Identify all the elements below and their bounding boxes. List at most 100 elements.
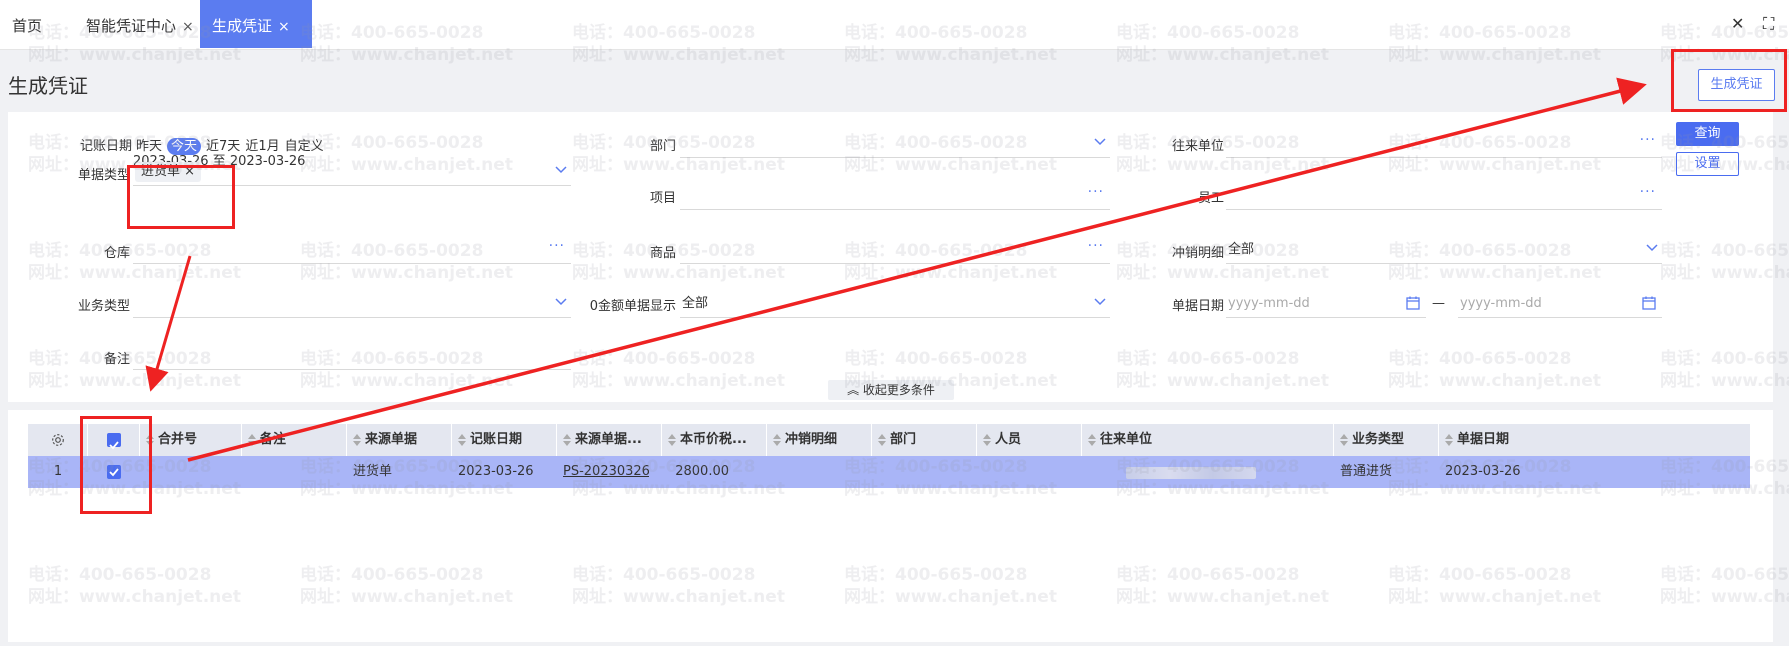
chevron-down-icon bbox=[555, 298, 567, 306]
calendar-icon[interactable] bbox=[1406, 296, 1420, 310]
close-icon[interactable]: × bbox=[278, 19, 290, 35]
column-person[interactable]: 人员 bbox=[977, 424, 1082, 456]
writeoff-select[interactable]: 全部 bbox=[1226, 238, 1662, 264]
sort-icon[interactable] bbox=[983, 433, 991, 446]
date-range-separator: — bbox=[1432, 296, 1445, 311]
column-label: 记账日期 bbox=[470, 432, 523, 447]
table-row[interactable]: 1 进货单 2023-03-26 PS-20230326-0 2800.00 普… bbox=[28, 456, 1750, 488]
column-amount[interactable]: 本币价税... bbox=[662, 424, 767, 456]
settings-button[interactable]: 设置 bbox=[1676, 152, 1739, 176]
product-label: 商品 bbox=[649, 246, 676, 261]
cell-amount: 2800.00 bbox=[675, 464, 729, 479]
sort-icon[interactable] bbox=[563, 433, 571, 446]
column-biz-type[interactable]: 业务类型 bbox=[1334, 424, 1439, 456]
column-label: 往来单位 bbox=[1100, 432, 1153, 447]
tab-label: 生成凭证 bbox=[212, 17, 273, 35]
close-icon[interactable]: × bbox=[182, 19, 194, 35]
tab-generate-voucher[interactable]: 生成凭证 × bbox=[200, 0, 312, 48]
product-picker[interactable]: ··· bbox=[680, 238, 1110, 264]
writeoff-label: 冲销明细 bbox=[1171, 246, 1224, 261]
column-partner[interactable]: 往来单位 bbox=[1082, 424, 1334, 456]
filter-panel: 记账日期 昨天 今天 近7天 近1月 自定义 2023-03-26 至 2023-03-… bbox=[8, 112, 1773, 402]
column-source-no[interactable]: 来源单据... bbox=[557, 424, 662, 456]
column-settings[interactable] bbox=[28, 424, 88, 456]
sort-icon[interactable] bbox=[248, 433, 256, 446]
sort-icon[interactable] bbox=[878, 433, 886, 446]
sort-icon[interactable] bbox=[668, 433, 676, 446]
employee-label: 员工 bbox=[1197, 191, 1224, 206]
cell-remark bbox=[242, 456, 347, 488]
column-label: 来源单据 bbox=[365, 432, 418, 447]
column-source-doc[interactable]: 来源单据 bbox=[347, 424, 452, 456]
cell-doc-date: 2023-03-26 bbox=[1445, 464, 1521, 479]
cell-department bbox=[872, 456, 977, 488]
zero-amount-select[interactable]: 全部 bbox=[680, 292, 1110, 318]
column-merge-no[interactable]: 合并号 bbox=[140, 424, 242, 456]
tab-smart-voucher-center[interactable]: 智能凭证中心 × bbox=[74, 0, 202, 48]
column-label: 来源单据... bbox=[575, 432, 642, 447]
source-doc-link[interactable]: PS-20230326-0 bbox=[557, 456, 649, 488]
cell-writeoff bbox=[767, 456, 872, 488]
tab-home[interactable]: 首页 bbox=[0, 0, 62, 48]
fullscreen-icon[interactable]: ⛶ bbox=[1763, 14, 1774, 34]
cell-biz-type: 普通进货 bbox=[1340, 464, 1393, 479]
table-header: 合并号 备注 来源单据 记账日期 来源单据... 本币价税... 冲销明细 部门… bbox=[28, 424, 1750, 456]
sort-icon[interactable] bbox=[353, 433, 361, 446]
sort-icon[interactable] bbox=[1445, 433, 1453, 446]
more-icon[interactable]: ··· bbox=[549, 234, 565, 258]
doc-date-to-placeholder: yyyy-mm-dd bbox=[1460, 296, 1542, 311]
calendar-icon[interactable] bbox=[1642, 296, 1656, 310]
project-picker[interactable]: ··· bbox=[680, 184, 1110, 210]
biz-type-select[interactable] bbox=[133, 292, 571, 318]
cell-person bbox=[977, 456, 1082, 488]
warehouse-picker[interactable]: ··· bbox=[133, 238, 571, 264]
sort-icon[interactable] bbox=[1088, 433, 1096, 446]
sort-icon[interactable] bbox=[1340, 433, 1348, 446]
more-icon[interactable]: ··· bbox=[1640, 180, 1656, 204]
remark-input[interactable] bbox=[133, 344, 571, 370]
voucher-table: 合并号 备注 来源单据 记账日期 来源单据... 本币价税... 冲销明细 部门… bbox=[8, 410, 1773, 642]
column-department[interactable]: 部门 bbox=[872, 424, 977, 456]
department-select[interactable] bbox=[680, 132, 1110, 158]
project-label: 项目 bbox=[649, 191, 676, 206]
more-icon[interactable]: ··· bbox=[1088, 180, 1104, 204]
post-date-label: 记账日期 bbox=[79, 139, 132, 154]
doc-date-from[interactable]: yyyy-mm-dd bbox=[1226, 292, 1426, 318]
gear-icon[interactable] bbox=[51, 433, 65, 447]
warehouse-label: 仓库 bbox=[103, 246, 130, 261]
query-button[interactable]: 查询 bbox=[1676, 122, 1739, 146]
more-icon[interactable]: ··· bbox=[1640, 128, 1656, 152]
more-icon[interactable]: ··· bbox=[1088, 234, 1104, 258]
writeoff-value: 全部 bbox=[1228, 242, 1255, 257]
redacted-partner-name bbox=[1126, 467, 1256, 479]
tab-home-label: 首页 bbox=[12, 17, 43, 35]
page-title: 生成凭证 bbox=[8, 74, 88, 98]
column-remark[interactable]: 备注 bbox=[242, 424, 347, 456]
tab-label: 智能凭证中心 bbox=[86, 17, 177, 35]
column-label: 人员 bbox=[995, 432, 1022, 447]
column-label: 业务类型 bbox=[1352, 432, 1405, 447]
cell-post-date: 2023-03-26 bbox=[458, 464, 534, 479]
sort-icon[interactable] bbox=[458, 433, 466, 446]
zero-amount-value: 全部 bbox=[682, 296, 709, 311]
partner-picker[interactable]: ··· bbox=[1226, 132, 1662, 158]
department-label: 部门 bbox=[649, 139, 676, 154]
chevron-down-icon bbox=[1094, 138, 1106, 146]
doc-date-to[interactable]: yyyy-mm-dd bbox=[1458, 292, 1662, 318]
doc-date-label: 单据日期 bbox=[1171, 299, 1224, 314]
column-label: 部门 bbox=[890, 432, 917, 447]
collapse-conditions-button[interactable]: ︽ 收起更多条件 bbox=[828, 380, 954, 400]
annotation-box-checkbox bbox=[80, 416, 152, 514]
window-close-icon[interactable]: ✕ bbox=[1731, 14, 1744, 33]
column-label: 本币价税... bbox=[680, 432, 747, 447]
column-post-date[interactable]: 记账日期 bbox=[452, 424, 557, 456]
remark-label: 备注 bbox=[103, 352, 130, 367]
column-label: 合并号 bbox=[158, 432, 198, 447]
double-chevron-up-icon: ︽ bbox=[847, 383, 860, 397]
cell-source-doc: 进货单 bbox=[353, 464, 393, 479]
column-doc-date[interactable]: 单据日期 bbox=[1439, 424, 1750, 456]
sort-icon[interactable] bbox=[773, 433, 781, 446]
employee-picker[interactable]: ··· bbox=[1226, 184, 1662, 210]
cell-merge-no bbox=[140, 456, 242, 488]
column-writeoff[interactable]: 冲销明细 bbox=[767, 424, 872, 456]
